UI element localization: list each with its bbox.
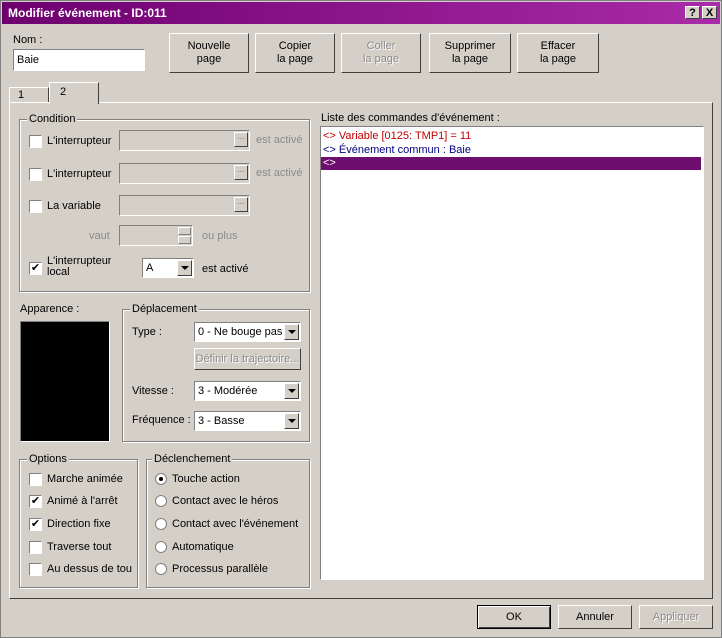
speed-value: 3 - Modérée (198, 385, 258, 397)
trigger-event-touch-radio[interactable] (155, 518, 167, 530)
switch1-label: L'interrupteur (47, 135, 112, 147)
tab-page-2[interactable]: 2 (49, 82, 99, 104)
chevron-down-icon[interactable] (177, 260, 192, 276)
value-suffix: ou plus (202, 230, 238, 242)
trigger-action-label: Touche action (172, 473, 240, 485)
type-label: Type : (132, 326, 162, 338)
variable-checkbox[interactable] (29, 200, 42, 213)
name-label: Nom : (13, 34, 43, 46)
command-line[interactable]: <> Variable [0125: TMP1] = 11 (323, 130, 471, 143)
direction-fix-label: Direction fixe (47, 518, 111, 530)
trigger-auto-radio[interactable] (155, 541, 167, 553)
switch1-field: ... (119, 130, 250, 151)
condition-title: Condition (27, 113, 78, 125)
cancel-button[interactable]: Annuler (558, 605, 632, 629)
switch2-browse-button: ... (234, 165, 248, 180)
clear-page-button[interactable]: Effacer la page (517, 33, 599, 73)
speed-label: Vitesse : (132, 385, 174, 397)
delete-page-button[interactable]: Supprimer la page (429, 33, 511, 73)
chevron-down-icon[interactable] (284, 324, 299, 340)
help-button[interactable]: ? (685, 6, 700, 19)
window-title: Modifier événement - ID:011 (8, 6, 167, 20)
type-select[interactable]: 0 - Ne bouge pas (194, 322, 301, 342)
trigger-parallel-radio[interactable] (155, 563, 167, 575)
local-switch-label: L'interrupteur local (47, 256, 112, 278)
movement-title: Déplacement (130, 303, 199, 315)
local-switch-checkbox[interactable]: ✔ (29, 262, 42, 275)
direction-fix-checkbox[interactable]: ✔ (29, 518, 42, 531)
switch2-label: L'interrupteur (47, 168, 112, 180)
type-value: 0 - Ne bouge pas (198, 326, 283, 338)
event-editor-window: Modifier événement - ID:011 ? X Nom : Ba… (0, 0, 722, 638)
variable-field: ... (119, 195, 250, 216)
trigger-hero-touch-label: Contact avec le héros (172, 495, 279, 507)
trigger-auto-label: Automatique (172, 541, 234, 553)
variable-browse-button: ... (234, 197, 248, 212)
command-line[interactable]: <> Événement commun : Baie (323, 144, 471, 157)
command-list[interactable]: <> Variable [0125: TMP1] = 11 <> Événeme… (320, 126, 704, 580)
trigger-hero-touch-radio[interactable] (155, 495, 167, 507)
walk-anim-checkbox[interactable] (29, 473, 42, 486)
apply-button[interactable]: Appliquer (639, 605, 713, 629)
chevron-down-icon[interactable] (284, 413, 299, 429)
speed-select[interactable]: 3 - Modérée (194, 381, 301, 401)
title-bar: Modifier événement - ID:011 ? X (2, 2, 720, 24)
trigger-parallel-label: Processus parallèle (172, 563, 268, 575)
options-title: Options (27, 453, 69, 465)
switch2-checkbox[interactable] (29, 168, 42, 181)
chevron-down-icon[interactable] (284, 383, 299, 399)
close-button[interactable]: X (702, 6, 717, 19)
commands-label: Liste des commandes d'événement : (321, 112, 500, 124)
switch2-suffix: est activé (256, 167, 303, 179)
frequency-label: Fréquence : (132, 414, 191, 426)
copy-page-button[interactable]: Copier la page (255, 33, 335, 73)
frequency-select[interactable]: 3 - Basse (194, 411, 301, 431)
through-checkbox[interactable] (29, 541, 42, 554)
switch1-suffix: est activé (256, 134, 303, 146)
above-all-label: Au dessus de tou (47, 563, 133, 575)
command-line-selected[interactable]: <> (321, 157, 701, 170)
value-label: vaut (89, 230, 110, 242)
appearance-preview[interactable] (20, 321, 110, 442)
above-all-checkbox[interactable] (29, 563, 42, 576)
local-switch-value: A (146, 262, 154, 274)
paste-page-button[interactable]: Coller la page (341, 33, 421, 73)
tab-page-1[interactable]: 1 (9, 87, 49, 103)
switch2-field: ... (119, 163, 250, 184)
name-field[interactable]: Baie (13, 49, 145, 71)
trigger-event-touch-label: Contact avec l'événement (172, 518, 299, 530)
trigger-title: Déclenchement (152, 453, 233, 465)
local-switch-select[interactable]: A (142, 258, 194, 278)
through-label: Traverse tout (47, 541, 112, 553)
define-route-button[interactable]: Définir la trajectoire... (194, 348, 301, 370)
step-anim-label: Animé à l'arrêt (47, 495, 118, 507)
variable-label: La variable (47, 200, 101, 212)
walk-anim-label: Marche animée (47, 473, 123, 485)
local-switch-suffix: est activé (202, 263, 249, 275)
new-page-button[interactable]: Nouvelle page (169, 33, 249, 73)
frequency-value: 3 - Basse (198, 415, 245, 427)
value-spinner (119, 225, 193, 246)
switch1-browse-button: ... (234, 132, 248, 147)
ok-button[interactable]: OK (477, 605, 551, 629)
switch1-checkbox[interactable] (29, 135, 42, 148)
appearance-label: Apparence : (20, 303, 80, 315)
step-anim-checkbox[interactable]: ✔ (29, 495, 42, 508)
trigger-action-radio[interactable] (155, 473, 167, 485)
